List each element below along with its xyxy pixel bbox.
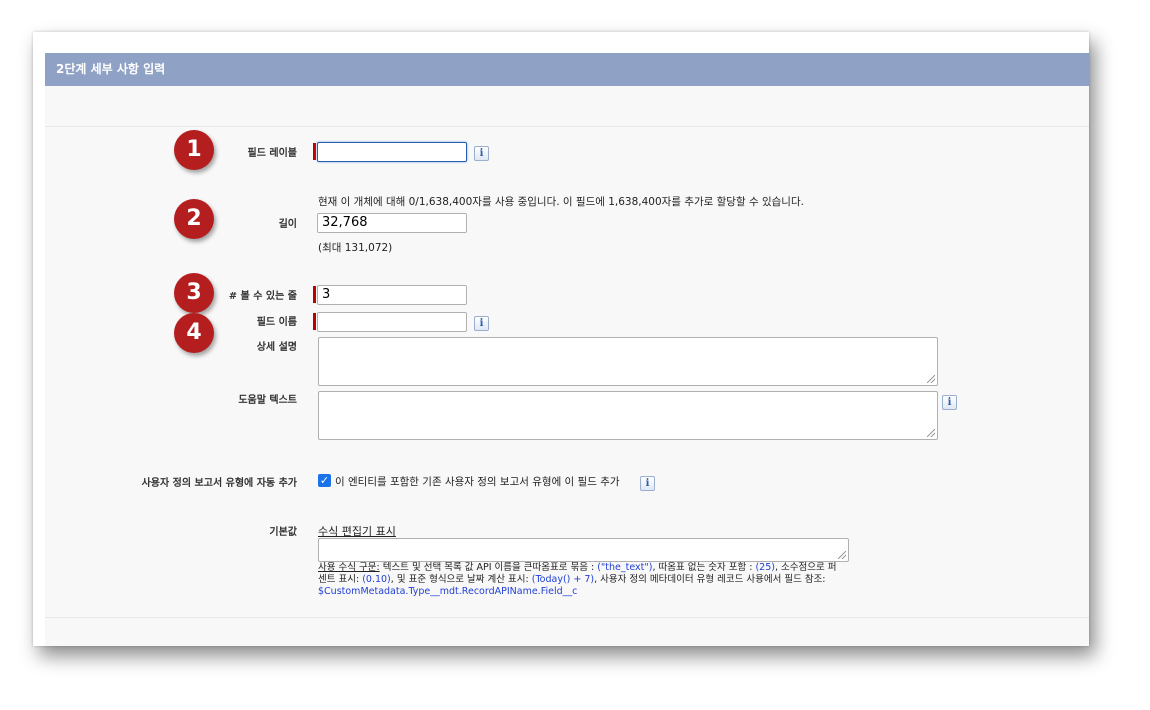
field-name-label: 필드 이름 (256, 317, 297, 328)
length-label: 길이 (278, 219, 297, 230)
help-text-label: 도움말 텍스트 (238, 395, 297, 406)
resize-handle[interactable] (927, 429, 935, 437)
visible-lines-label: # 볼 수 있는 줄 (228, 291, 297, 302)
length-usage-text: 현재 이 개체에 대해 0/1,638,400자를 사용 중입니다. 이 필드에… (318, 196, 804, 208)
length-input[interactable]: 32,768 (317, 213, 467, 233)
description-label: 상세 설명 (256, 342, 297, 353)
formula-editor-link[interactable]: 수식 편집기 표시 (318, 523, 396, 539)
required-indicator (313, 313, 316, 330)
section-header: 2단계 세부 사항 입력 (45, 53, 1089, 86)
callout-badge-1: 1 (174, 130, 214, 170)
info-icon[interactable]: i (474, 316, 489, 331)
required-indicator (313, 143, 316, 160)
description-textarea[interactable] (318, 337, 938, 386)
callout-badge-2: 2 (174, 199, 214, 239)
callout-badge-4: 4 (174, 313, 214, 353)
report-type-checkbox[interactable]: ✓ (318, 474, 331, 487)
default-value-label: 기본값 (269, 527, 297, 538)
length-max-text: (최대 131,072) (318, 242, 393, 254)
field-label-label: 필드 레이블 (247, 148, 297, 159)
resize-handle[interactable] (838, 551, 846, 559)
divider (45, 617, 1089, 618)
info-icon[interactable]: i (474, 146, 489, 161)
field-name-input[interactable] (317, 312, 467, 332)
required-indicator (313, 286, 316, 303)
field-label-input[interactable] (317, 142, 467, 162)
report-type-checkbox-label: 이 엔티티를 포함한 기존 사용자 정의 보고서 유형에 이 필드 추가 (335, 476, 620, 488)
divider (45, 126, 1089, 127)
default-value-textarea[interactable] (318, 538, 849, 562)
resize-handle[interactable] (927, 375, 935, 383)
info-icon[interactable]: i (942, 395, 957, 410)
help-text-textarea[interactable] (318, 391, 938, 440)
info-icon[interactable]: i (640, 476, 655, 491)
visible-lines-input[interactable]: 3 (317, 285, 467, 305)
report-type-label: 사용자 정의 보고서 유형에 자동 추가 (141, 478, 297, 489)
formula-syntax-link[interactable]: 사용 수식 구문: (318, 562, 380, 573)
formula-hint: 사용 수식 구문: 텍스트 및 선택 목록 값 API 이름을 큰따옴표로 묶음… (318, 562, 837, 597)
callout-badge-3: 3 (174, 273, 214, 313)
